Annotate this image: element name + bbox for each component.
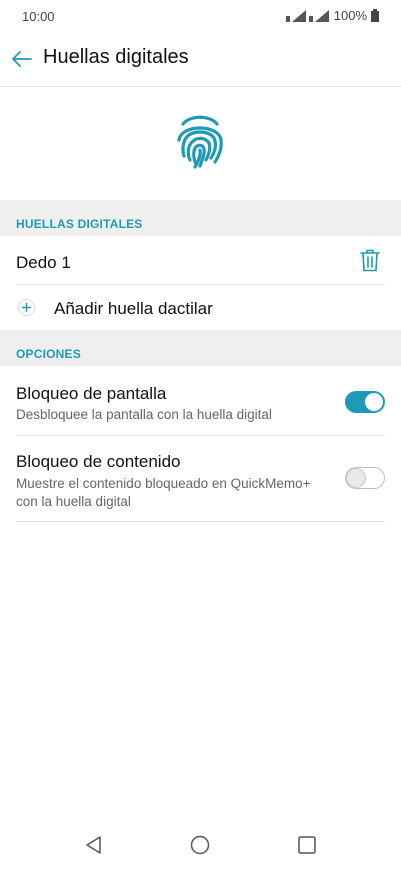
- fingerprint-hero: [0, 87, 401, 200]
- back-arrow-icon[interactable]: [10, 49, 34, 69]
- status-icons: 100%: [285, 8, 379, 23]
- option-subtitle: Desbloquee la pantalla con la huella dig…: [16, 407, 272, 422]
- row-divider: [16, 521, 385, 522]
- option-title: Bloqueo de pantalla: [16, 384, 167, 403]
- option-title: Bloqueo de contenido: [16, 452, 181, 471]
- option-content-lock[interactable]: Bloqueo de contenido Muestre el contenid…: [0, 436, 401, 522]
- add-icon: [18, 299, 35, 316]
- fingerprint-icon: [177, 115, 223, 169]
- delete-icon[interactable]: [360, 249, 380, 272]
- screen-lock-toggle[interactable]: [345, 391, 385, 413]
- nav-recents-icon[interactable]: [296, 834, 318, 856]
- nav-back-icon[interactable]: [83, 834, 105, 856]
- app-bar: Huellas digitales: [0, 32, 401, 86]
- fingerprint-item[interactable]: Dedo 1: [0, 237, 401, 285]
- navigation-bar: [0, 820, 401, 870]
- battery-icon: [371, 9, 379, 22]
- section-header-options: OPCIONES: [0, 330, 401, 366]
- content-lock-toggle[interactable]: [345, 467, 385, 489]
- battery-percent: 100%: [333, 8, 367, 23]
- status-bar: 10:00 100%: [0, 0, 401, 32]
- add-fingerprint-row[interactable]: Añadir huella dactilar: [0, 285, 401, 330]
- option-subtitle: Muestre el contenido bloqueado en QuickM…: [16, 476, 311, 509]
- page-title: Huellas digitales: [43, 46, 189, 68]
- section-title: HUELLAS DIGITALES: [16, 217, 143, 231]
- section-header-fingerprints: HUELLAS DIGITALES: [0, 200, 401, 236]
- toggle-knob: [347, 469, 365, 487]
- fingerprint-label: Dedo 1: [16, 253, 71, 272]
- nav-home-icon[interactable]: [189, 834, 211, 856]
- status-time: 10:00: [22, 9, 55, 24]
- add-fingerprint-label: Añadir huella dactilar: [54, 299, 213, 318]
- option-screen-lock[interactable]: Bloqueo de pantalla Desbloquee la pantal…: [0, 366, 401, 436]
- signal-icon: [285, 9, 329, 22]
- section-title: OPCIONES: [16, 347, 81, 361]
- toggle-knob: [365, 393, 383, 411]
